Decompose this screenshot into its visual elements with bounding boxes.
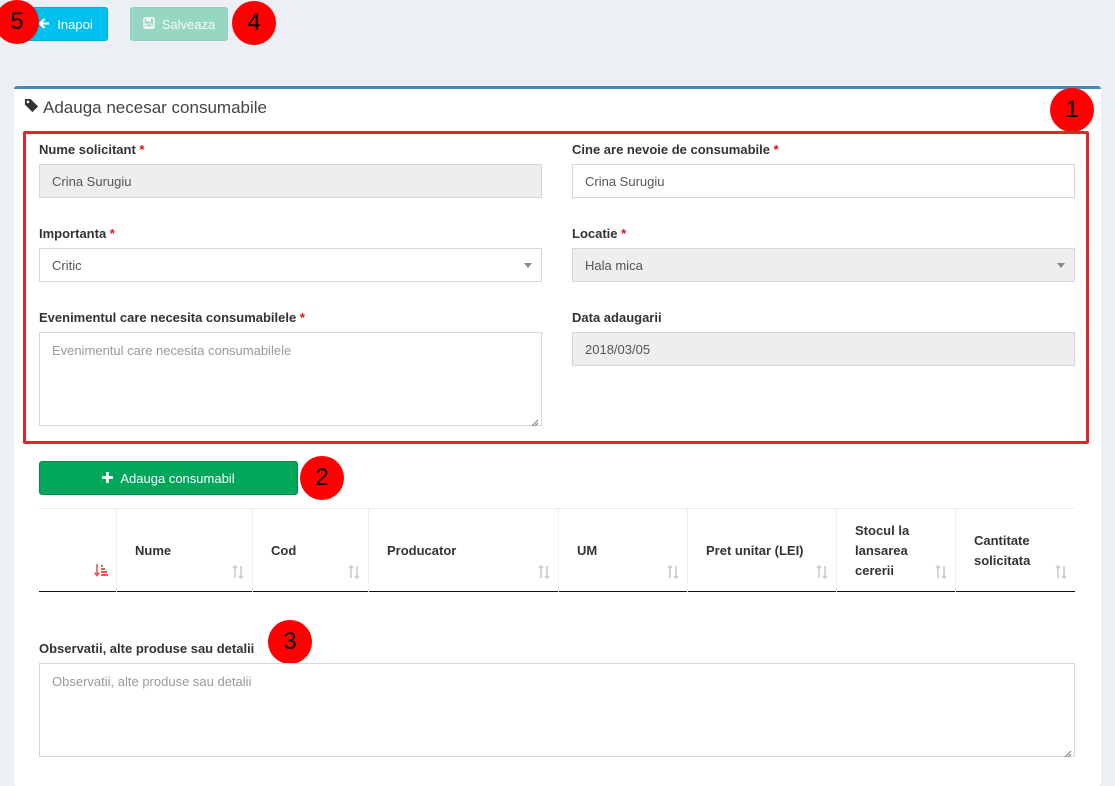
importance-label: Importanta *: [39, 226, 115, 241]
who-needs-input[interactable]: Crina Surugiu: [572, 164, 1075, 198]
save-button-label: Salveaza: [161, 16, 216, 32]
save-button[interactable]: Salveaza: [130, 7, 228, 41]
table-header-producator[interactable]: Producator: [369, 509, 559, 592]
annotation-marker-3: 3: [268, 620, 312, 664]
add-consumable-button[interactable]: Adauga consumabil: [39, 461, 298, 495]
consumables-table: Nume Cod Producator UM Pret unitar (LEI)…: [39, 508, 1075, 592]
box-title: Adauga necesar consumabile: [24, 98, 267, 118]
add-consumable-label: Adauga consumabil: [120, 470, 235, 486]
sort-icon: [538, 564, 550, 582]
arrow-left-icon: [39, 17, 50, 32]
location-label: Locatie *: [572, 226, 627, 241]
table-header-stoc[interactable]: Stocul la lansarea cererii: [837, 509, 956, 592]
sort-icon: [1055, 564, 1067, 582]
date-added-label: Data adaugarii: [572, 310, 662, 325]
resize-handle-icon[interactable]: [531, 415, 539, 427]
plus-icon: [102, 471, 114, 486]
requester-field[interactable]: Crina Surugiu: [39, 164, 542, 198]
table-header-nume[interactable]: Nume: [117, 509, 253, 592]
sort-icon: [816, 564, 828, 582]
importance-select[interactable]: Critic: [39, 248, 542, 282]
sort-icon: [935, 564, 947, 582]
back-button-label: Inapoi: [57, 16, 93, 32]
box-title-text: Adauga necesar consumabile: [43, 98, 267, 117]
sort-icon: [232, 564, 244, 582]
caret-down-icon: [1057, 263, 1065, 268]
event-label: Evenimentul care necesita consumabilele …: [39, 310, 305, 325]
who-needs-label: Cine are nevoie de consumabile *: [572, 142, 779, 157]
table-header-cantitate[interactable]: Cantitate solicitata: [956, 509, 1075, 592]
annotation-marker-1: 1: [1050, 88, 1094, 132]
floppy-disk-icon: [143, 16, 155, 32]
date-added-field[interactable]: 2018/03/05: [572, 332, 1075, 366]
notes-textarea[interactable]: Observatii, alte produse sau detalii: [39, 663, 1075, 758]
annotation-marker-2: 2: [300, 456, 344, 500]
table-header-cod[interactable]: Cod: [253, 509, 369, 592]
resize-handle-icon[interactable]: [1064, 746, 1072, 758]
sort-icon: [348, 564, 360, 582]
sort-icon: [667, 564, 679, 582]
table-header-um[interactable]: UM: [559, 509, 688, 592]
event-textarea[interactable]: Evenimentul care necesita consumabilele: [39, 332, 542, 427]
notes-label: Observatii, alte produse sau detalii: [39, 641, 255, 656]
location-select[interactable]: Hala mica: [572, 248, 1075, 282]
sort-amount-desc-icon: [93, 563, 108, 580]
caret-down-icon: [524, 263, 532, 268]
table-header-index[interactable]: [39, 509, 117, 592]
table-header-pret-unitar[interactable]: Pret unitar (LEI): [688, 509, 837, 592]
requester-label: Nume solicitant *: [39, 142, 145, 157]
tag-icon: [24, 98, 39, 118]
annotation-marker-4: 4: [232, 1, 276, 45]
